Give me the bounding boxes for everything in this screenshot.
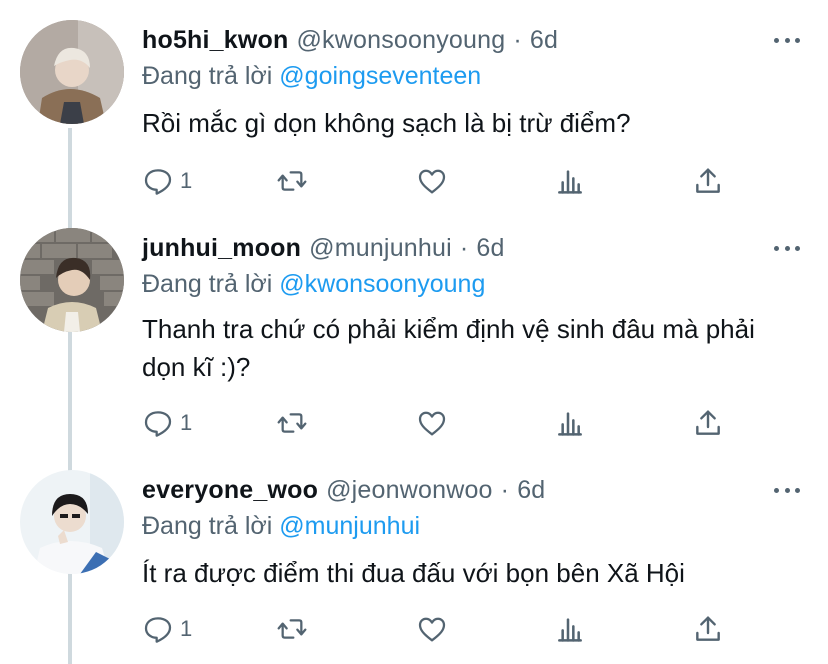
replying-to: Đang trả lời @munjunhui [142, 512, 420, 541]
separator-dot: · [459, 233, 469, 262]
avatar[interactable] [20, 470, 124, 574]
more-icon-dot [784, 245, 790, 251]
tweet-header: ho5hi_kwon @kwonsoonyoung · 6d [142, 20, 558, 60]
analytics-icon [558, 618, 582, 642]
action-bar: 1 [142, 403, 742, 443]
reply-icon [144, 617, 172, 643]
user-handle[interactable]: @jeonwonwoo [326, 476, 493, 505]
more-button[interactable] [774, 478, 800, 502]
reply-count: 1 [180, 168, 193, 193]
retweet-icon [277, 413, 307, 433]
user-handle[interactable]: @munjunhui [309, 234, 452, 263]
timestamp[interactable]: 6d [476, 234, 504, 263]
like-button[interactable] [416, 609, 448, 649]
more-button[interactable] [774, 28, 800, 52]
retweet-icon [277, 171, 307, 191]
more-icon-dot [795, 245, 800, 251]
tweet-text: Ít ra được điểm thi đua đấu với bọn bên … [142, 558, 685, 588]
reply-count: 1 [180, 616, 193, 641]
share-icon [696, 616, 720, 641]
user-handle[interactable]: @kwonsoonyoung [296, 26, 505, 55]
separator-dot: · [513, 25, 522, 54]
like-button[interactable] [416, 403, 448, 443]
separator-dot: · [500, 475, 510, 504]
replying-to: Đang trả lời @goingseventeen [142, 62, 481, 91]
display-name[interactable]: everyone_woo [142, 476, 318, 505]
heart-icon [418, 411, 446, 436]
retweet-button[interactable] [276, 161, 308, 201]
analytics-button[interactable] [554, 609, 586, 649]
analytics-button[interactable] [554, 161, 586, 201]
heart-icon [418, 169, 446, 194]
reply-count: 1 [180, 410, 193, 435]
share-button[interactable] [692, 609, 724, 649]
like-button[interactable] [416, 161, 448, 201]
tweet[interactable]: ho5hi_kwon @kwonsoonyoung · 6d Đang trả … [0, 20, 828, 220]
more-icon [774, 487, 779, 493]
action-bar: 1 [142, 609, 742, 649]
timestamp[interactable]: 6d [530, 26, 558, 55]
reply-icon [144, 411, 172, 437]
tweet-header: everyone_woo @jeonwonwoo · 6d [142, 470, 545, 510]
timestamp[interactable]: 6d [517, 476, 545, 505]
display-name[interactable]: junhui_moon [142, 234, 301, 263]
share-icon [696, 168, 720, 193]
share-button[interactable] [692, 403, 724, 443]
tweet-text: Thanh tra chứ có phải kiểm định vệ sinh … [142, 314, 755, 382]
tweet[interactable]: junhui_moon @munjunhui · 6d Đang trả lời… [0, 228, 828, 460]
tweet-header: junhui_moon @munjunhui · 6d [142, 228, 505, 268]
more-icon [774, 245, 779, 251]
action-bar: 1 [142, 161, 742, 201]
analytics-icon [558, 170, 582, 194]
reply-mention-link[interactable]: @goingseventeen [279, 62, 481, 90]
reply-mention-link[interactable]: @munjunhui [279, 512, 420, 540]
retweet-icon [277, 619, 307, 639]
heart-icon [418, 617, 446, 642]
analytics-icon [558, 412, 582, 436]
tweet[interactable]: everyone_woo @jeonwonwoo · 6d Đang trả l… [0, 470, 828, 664]
replying-to: Đang trả lời @kwonsoonyoung [142, 270, 485, 299]
replying-prefix: Đang trả lời [142, 270, 273, 298]
display-name[interactable]: ho5hi_kwon [142, 26, 288, 55]
more-icon-dot [795, 37, 800, 43]
reply-mention-link[interactable]: @kwonsoonyoung [279, 270, 485, 298]
more-icon-dot [784, 37, 790, 43]
reply-icon [144, 169, 172, 195]
share-icon [696, 410, 720, 435]
replying-prefix: Đang trả lời [142, 62, 273, 90]
tweet-text: Rồi mắc gì dọn không sạch là bị trừ điểm… [142, 108, 631, 138]
avatar[interactable] [20, 20, 124, 124]
reply-button[interactable]: 1 [142, 609, 192, 649]
avatar[interactable] [20, 228, 124, 332]
more-button[interactable] [774, 236, 800, 260]
more-icon [774, 37, 779, 43]
reply-button[interactable]: 1 [142, 161, 192, 201]
more-icon-dot [784, 487, 790, 493]
retweet-button[interactable] [276, 403, 308, 443]
analytics-button[interactable] [554, 403, 586, 443]
more-icon-dot [795, 487, 800, 493]
reply-button[interactable]: 1 [142, 403, 192, 443]
retweet-button[interactable] [276, 609, 308, 649]
share-button[interactable] [692, 161, 724, 201]
replying-prefix: Đang trả lời [142, 512, 273, 540]
